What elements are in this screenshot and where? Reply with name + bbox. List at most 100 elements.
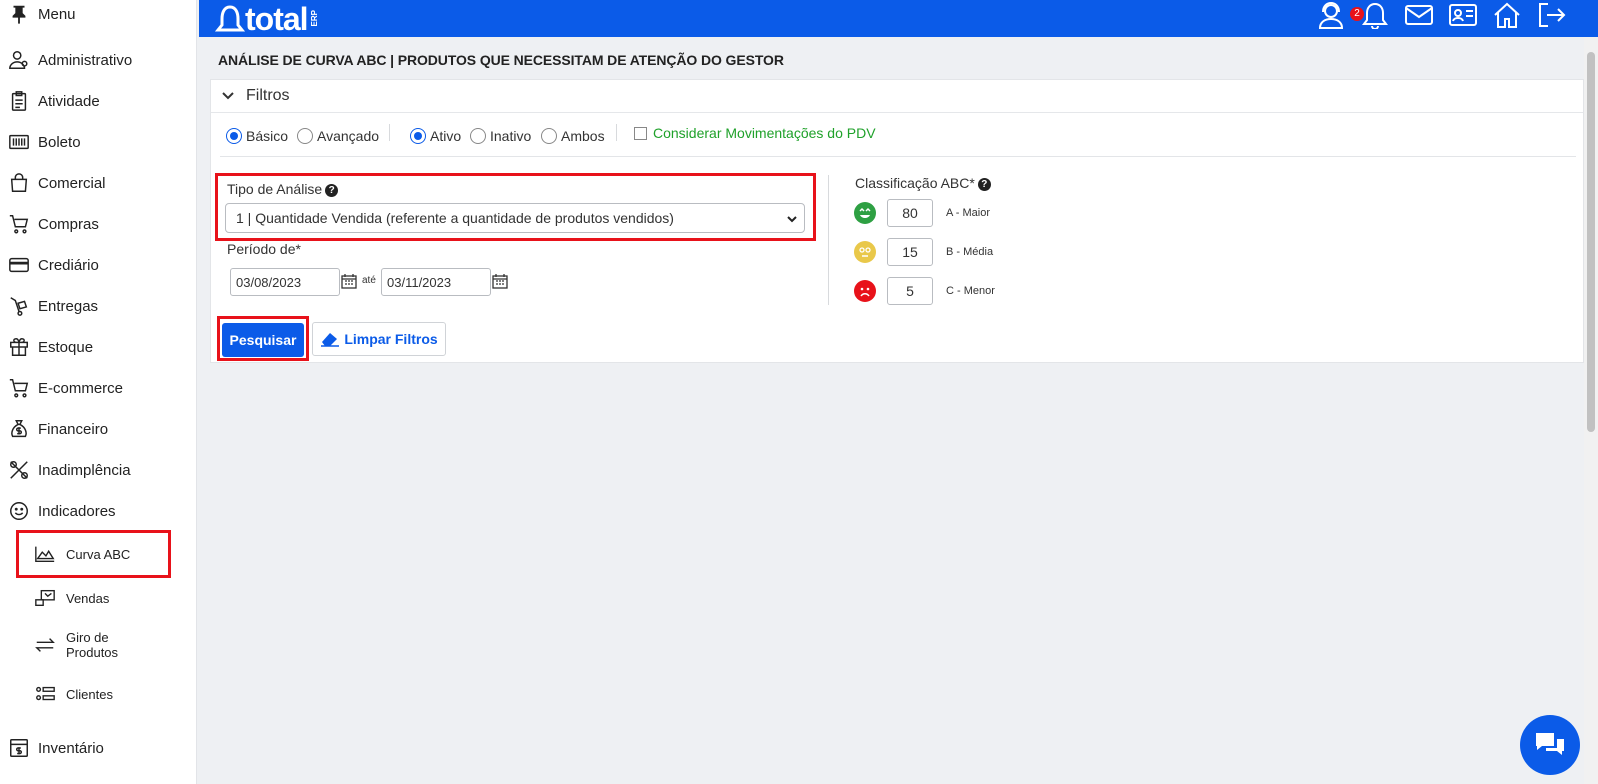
sidebar-subitem-curva-abc[interactable]: Curva ABC (34, 544, 184, 564)
calendar-icon[interactable] (341, 273, 357, 289)
date-to-input[interactable]: 03/11/2023 (381, 268, 491, 296)
analysis-type-value: 1 | Quantidade Vendida (referente a quan… (236, 210, 674, 226)
radio-button[interactable] (410, 128, 426, 144)
logo-sub: ERP (309, 10, 319, 27)
radio-button[interactable] (297, 128, 313, 144)
profile-card-button[interactable] (1448, 1, 1478, 29)
abc-label-text: Classificação ABC* (855, 175, 975, 191)
sidebar-item-entregas[interactable]: Entregas (0, 286, 197, 326)
sidebar-menu-toggle[interactable]: Menu (0, 0, 197, 34)
filters-title: Filtros (246, 87, 290, 104)
top-icons: 2 (1316, 0, 1566, 30)
sidebar-subitem-label: Curva ABC (66, 546, 131, 562)
eraser-icon (321, 333, 340, 347)
radio-label: Ativo (430, 128, 462, 144)
date-separator: até (362, 275, 376, 286)
notifications-button[interactable] (1360, 1, 1390, 30)
chat-button[interactable] (1520, 715, 1580, 775)
sidebar-subitem-giro-produtos[interactable]: Giro de Produtos (34, 630, 184, 660)
inventory-box-icon (7, 736, 31, 760)
date-from-input[interactable]: 03/08/2023 (230, 268, 340, 296)
sidebar-item-label: Crediário (38, 256, 99, 274)
pdv-checkbox-label: Considerar Movimentações do PDV (653, 125, 876, 141)
logout-icon (1539, 3, 1566, 27)
radio-button[interactable] (470, 128, 486, 144)
hand-truck-icon (7, 294, 31, 318)
mail-icon (1405, 5, 1433, 25)
logo[interactable]: total ERP (215, 0, 319, 37)
users-cog-icon (7, 48, 31, 72)
chat-bubbles-icon (1536, 733, 1564, 755)
sidebar-item-inventario[interactable]: Inventário (0, 728, 197, 768)
happy-face-icon (854, 202, 876, 224)
sidebar-item-ecommerce[interactable]: E-commerce (0, 368, 197, 408)
abc-label-c: C - Menor (946, 285, 995, 297)
sidebar-subitem-label: Clientes (66, 686, 113, 702)
analysis-type-label: Tipo de Análise? (227, 181, 339, 197)
chevron-down-icon (787, 216, 797, 223)
divider (616, 124, 617, 141)
mode-radio-avancado[interactable]: Avançado (297, 125, 379, 147)
status-radio-ambos[interactable]: Ambos (541, 125, 605, 147)
home-icon (1494, 2, 1520, 28)
radio-label: Básico (246, 128, 289, 144)
radio-button[interactable] (541, 128, 557, 144)
abc-input-a[interactable]: 80 (887, 199, 933, 227)
logout-button[interactable] (1536, 1, 1566, 29)
scrollbar-thumb[interactable] (1587, 52, 1595, 432)
analysis-type-select[interactable]: 1 | Quantidade Vendida (referente a quan… (225, 203, 805, 233)
user-support-icon (1318, 1, 1344, 29)
user-support-button[interactable]: 2 (1316, 1, 1364, 29)
sidebar-item-atividade[interactable]: Atividade (0, 81, 197, 121)
radio-button[interactable] (226, 128, 242, 144)
sidebar-item-label: Boleto (38, 133, 81, 151)
sidebar-item-indicadores[interactable]: Indicadores (0, 491, 197, 531)
radio-label: Avançado (317, 128, 380, 144)
logo-bell-icon (215, 4, 245, 31)
sidebar-subitem-vendas[interactable]: Vendas (34, 588, 184, 608)
sidebar-item-label: Comercial (38, 174, 106, 192)
sidebar-item-estoque[interactable]: Estoque (0, 327, 197, 367)
credit-card-icon (7, 253, 31, 277)
sidebar-item-label: Administrativo (38, 51, 133, 69)
period-label: Período de* (227, 241, 301, 257)
help-icon[interactable]: ? (325, 184, 339, 197)
tools-icon (7, 458, 31, 482)
sidebar-item-label: E-commerce (38, 379, 124, 397)
clear-filters-button[interactable]: Limpar Filtros (312, 322, 446, 356)
mail-button[interactable] (1404, 1, 1434, 29)
pin-icon (7, 2, 31, 26)
sidebar-subitem-clientes[interactable]: Clientes (34, 684, 184, 704)
calendar-icon[interactable] (492, 273, 508, 289)
analysis-type-label-text: Tipo de Análise (227, 181, 323, 197)
abc-row-b: 15 B - Média (854, 237, 993, 267)
abc-input-c[interactable]: 5 (887, 277, 933, 305)
cart-icon (7, 376, 31, 400)
status-radio-inativo[interactable]: Inativo (470, 125, 531, 147)
help-icon[interactable]: ? (977, 178, 991, 191)
radio-label: Ambos (561, 128, 605, 144)
search-button[interactable]: Pesquisar (222, 323, 304, 357)
sidebar-item-comercial[interactable]: Comercial (0, 163, 197, 203)
pdv-checkbox[interactable] (634, 126, 647, 140)
sidebar-item-inadimplencia[interactable]: Inadimplência (0, 450, 197, 490)
sidebar-item-crediario[interactable]: Crediário (0, 245, 197, 285)
mode-radio-basico[interactable]: Básico (226, 125, 288, 147)
pdv-checkbox-row[interactable]: Considerar Movimentações do PDV (634, 122, 876, 144)
sidebar-item-label: Indicadores (38, 502, 116, 520)
sidebar-item-boleto[interactable]: Boleto (0, 122, 197, 162)
abc-row-c: 5 C - Menor (854, 276, 995, 306)
status-radio-ativo[interactable]: Ativo (410, 125, 461, 147)
smile-icon (7, 499, 31, 523)
sidebar-item-financeiro[interactable]: Financeiro (0, 409, 197, 449)
top-bar: total ERP 2 (199, 0, 1598, 37)
home-button[interactable] (1492, 1, 1522, 29)
abc-input-b[interactable]: 15 (887, 238, 933, 266)
sidebar-item-administrativo[interactable]: Administrativo (0, 40, 197, 80)
filters-toggle[interactable]: Filtros (211, 80, 1583, 113)
sidebar-item-label: Compras (38, 215, 99, 233)
scrollbar[interactable] (1584, 37, 1598, 784)
abc-label-a: A - Maior (946, 207, 991, 219)
sidebar-menu-label: Menu (38, 5, 76, 23)
sidebar-item-compras[interactable]: Compras (0, 204, 197, 244)
